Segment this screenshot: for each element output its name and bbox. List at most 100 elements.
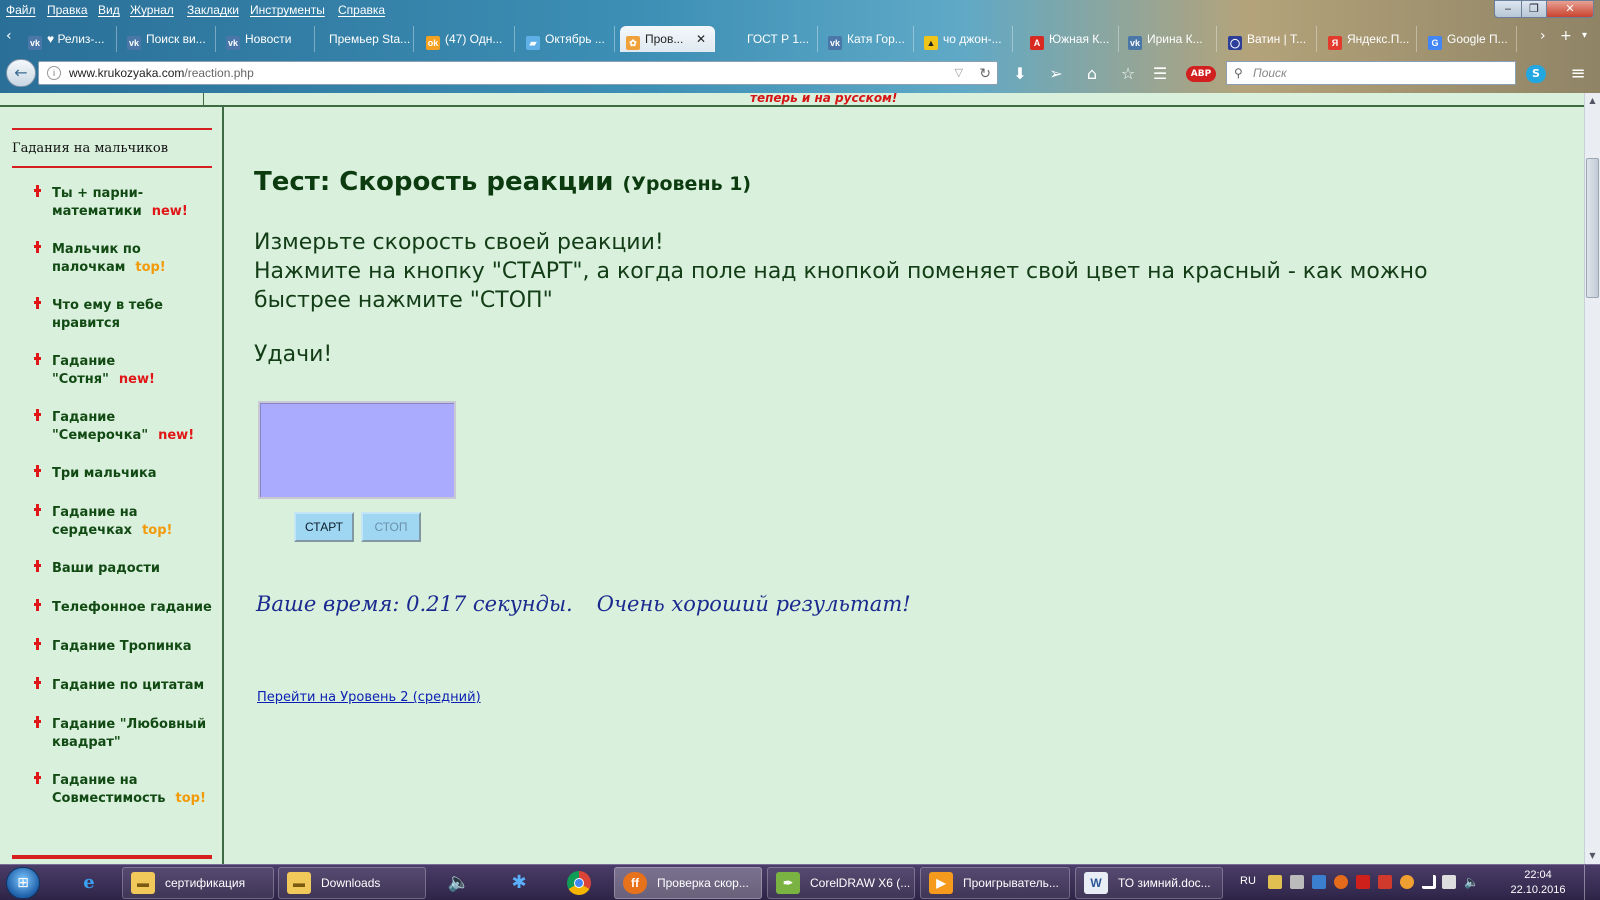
minimize-button[interactable]: ‒ xyxy=(1494,0,1522,18)
sidebar-item-seven[interactable]: Гадание "Семерочка" new! xyxy=(34,409,216,445)
taskbar-item-player[interactable]: ▶ Проигрыватель... xyxy=(920,867,1070,899)
sidebar-item-path[interactable]: Гадание Тропинка xyxy=(34,638,216,656)
sidebar-item-sticks[interactable]: Мальчик по палочкам top! xyxy=(34,241,216,277)
adblock-icon[interactable]: ABP xyxy=(1186,66,1216,82)
speaker-app-icon[interactable]: 🔈 xyxy=(432,867,486,899)
next-level-link[interactable]: Перейти на Уровень 2 (средний) xyxy=(257,690,481,705)
tab-list-chevron-icon[interactable]: ▾ xyxy=(1582,30,1587,41)
maximize-button[interactable]: ❐ xyxy=(1521,0,1547,18)
site-info-icon[interactable]: i xyxy=(47,66,61,80)
bullet-icon xyxy=(34,504,42,516)
start-button[interactable]: СТАРТ xyxy=(294,512,354,542)
tray-device-icon[interactable] xyxy=(1442,875,1456,889)
send-icon[interactable]: ➢ xyxy=(1046,65,1066,83)
start-button[interactable]: ⊞ xyxy=(6,867,40,899)
close-tab-icon[interactable]: ✕ xyxy=(696,26,706,52)
clock[interactable]: 22:04 22.10.2016 xyxy=(1508,868,1568,898)
sidebar-item-love-square[interactable]: Гадание "Любовный квадрат" xyxy=(34,716,216,752)
stop-button[interactable]: СТОП xyxy=(361,512,421,542)
url-history-dropdown-icon[interactable]: ▽ xyxy=(955,62,963,84)
menu-help[interactable]: Справка xyxy=(338,3,385,17)
menu-file[interactable]: Файл xyxy=(6,3,36,17)
hamburger-menu-icon[interactable]: ≡ xyxy=(1568,65,1588,83)
scroll-up-icon[interactable]: ▲ xyxy=(1585,93,1600,109)
tab-11[interactable]: A Южная К... xyxy=(1024,26,1119,52)
menu-history[interactable]: Журнал xyxy=(130,3,174,17)
taskbar-item-coreldraw[interactable]: ✒ CorelDRAW X6 (... xyxy=(767,867,915,899)
chrome-icon[interactable] xyxy=(552,867,606,899)
url-bar[interactable]: i www.krukozyaka.com/reaction.php ▽ ↻ xyxy=(38,61,998,85)
browser-chrome: Файл Правка Вид Журнал Закладки Инструме… xyxy=(0,0,1600,93)
tab-13[interactable]: ◯ Ватин | Т... xyxy=(1222,26,1317,52)
url-path: /reaction.php xyxy=(184,66,254,80)
bookmark-star-icon[interactable]: ☆ xyxy=(1118,65,1138,83)
taskbar-item-certification[interactable]: ▬ сертификация xyxy=(122,867,274,899)
tab-14[interactable]: Я Яндекс.П... xyxy=(1322,26,1417,52)
bullet-icon xyxy=(34,241,42,253)
tab-10[interactable]: ▲ чо джон-... xyxy=(918,26,1013,52)
sidebar-item-compatibility[interactable]: Гадание на Совместимость top! xyxy=(34,772,216,808)
downloads-icon[interactable]: ⬇ xyxy=(1010,65,1030,83)
tab-2[interactable]: vk Поиск ви... xyxy=(121,26,216,52)
search-input[interactable]: ⚲ Поиск xyxy=(1226,61,1516,85)
sidebar: Гадания на мальчиков Ты + парни-математи… xyxy=(0,107,224,864)
language-indicator[interactable]: RU xyxy=(1240,875,1256,887)
tab-12[interactable]: vk Ирина К... xyxy=(1122,26,1217,52)
taskbar-item-downloads[interactable]: ▬ Downloads xyxy=(278,867,426,899)
tab-active[interactable]: ✿ Пров... ✕ xyxy=(620,26,715,52)
scrollbar-thumb[interactable] xyxy=(1586,158,1599,298)
instruction-line-2: Нажмите на кнопку "СТАРТ", а когда поле … xyxy=(254,259,1428,313)
sidebar-item-what-he-likes[interactable]: Что ему в тебе нравится xyxy=(34,297,216,333)
tab-9[interactable]: vk Катя Гор... xyxy=(822,26,914,52)
google-icon: G xyxy=(1428,36,1442,50)
sidebar-item-math-guys[interactable]: Ты + парни-математики new! xyxy=(34,185,216,221)
firefox-icon: ff xyxy=(623,872,647,894)
tray-tools-icon[interactable] xyxy=(1290,875,1304,889)
tray-app-icon[interactable] xyxy=(1334,875,1348,889)
tab-scroll-right-icon[interactable]: › xyxy=(1540,28,1546,44)
new-tab-plus-icon[interactable]: + xyxy=(1560,28,1572,44)
tab-1[interactable]: vk ♥ Релиз-... xyxy=(22,26,117,52)
tray-security-icon[interactable] xyxy=(1378,875,1392,889)
signal-strength-icon[interactable] xyxy=(1422,875,1436,889)
tab-3[interactable]: vk Новости xyxy=(220,26,315,52)
tab-scroll-left-icon[interactable]: ‹ xyxy=(6,28,12,44)
scroll-down-icon[interactable]: ▼ xyxy=(1585,848,1600,864)
tab-6[interactable]: ▰ Октябрь ... xyxy=(520,26,615,52)
tab-15[interactable]: G Google П... xyxy=(1422,26,1517,52)
sidebar-item-hearts[interactable]: Гадание на сердечках top! xyxy=(34,504,216,540)
tray-network-icon[interactable] xyxy=(1312,875,1326,889)
tray-adobe-icon[interactable] xyxy=(1356,875,1370,889)
tab-8[interactable]: ГОСТ Р 1... xyxy=(725,26,818,52)
tab-4[interactable]: Премьер Sta... xyxy=(319,26,414,52)
menu-bookmarks[interactable]: Закладки xyxy=(187,3,239,17)
skype-icon[interactable]: S xyxy=(1526,65,1546,83)
sidebar-item-joys[interactable]: Ваши радости xyxy=(34,560,216,578)
back-button[interactable]: ← xyxy=(6,59,36,87)
bullet-icon xyxy=(34,353,42,365)
reload-icon[interactable]: ↻ xyxy=(979,62,991,84)
taskbar-item-word[interactable]: W ТО зимний.doc... xyxy=(1075,867,1223,899)
menu-view[interactable]: Вид xyxy=(98,3,120,17)
vertical-scrollbar[interactable]: ▲ ▼ xyxy=(1584,93,1600,864)
home-icon[interactable]: ⌂ xyxy=(1082,65,1102,83)
sidebar-item-hundred[interactable]: Гадание "Сотня" new! xyxy=(34,353,216,389)
reading-list-icon[interactable]: ☰ xyxy=(1150,65,1170,83)
volume-icon[interactable]: 🔈 xyxy=(1464,875,1479,889)
tray-flag-icon[interactable] xyxy=(1268,875,1282,889)
taskbar-item-firefox[interactable]: ff Проверка скор... xyxy=(614,867,762,899)
menu-edit[interactable]: Правка xyxy=(47,3,88,17)
internet-explorer-icon[interactable]: e xyxy=(62,867,116,899)
menu-tools[interactable]: Инструменты xyxy=(250,3,325,17)
result-comment: Очень хороший результат! xyxy=(596,592,911,616)
sidebar-item-three-boys[interactable]: Три мальчика xyxy=(34,465,216,483)
sidebar-item-quotes[interactable]: Гадание по цитатам xyxy=(34,677,216,695)
show-desktop-button[interactable] xyxy=(1584,865,1598,900)
bluetooth-icon[interactable]: ✱ xyxy=(492,867,546,899)
fox-icon: ✿ xyxy=(626,36,640,50)
tray-update-icon[interactable] xyxy=(1400,875,1414,889)
close-window-button[interactable]: ✕ xyxy=(1546,0,1594,18)
bullet-icon xyxy=(34,465,42,477)
tab-5[interactable]: ok (47) Одн... xyxy=(420,26,515,52)
sidebar-item-phone[interactable]: Телефонное гадание xyxy=(34,599,216,617)
